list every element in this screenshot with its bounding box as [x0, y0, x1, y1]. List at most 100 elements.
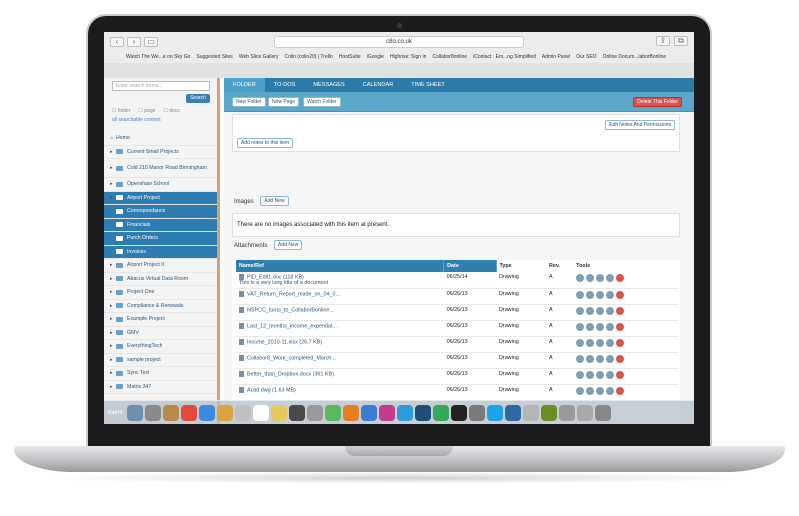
url-bar[interactable]: c8o.co.uk — [274, 36, 524, 48]
dock-app-icon[interactable] — [414, 404, 431, 421]
table-row[interactable]: VAT_Return_Report_made_on_04_0... 06/26/1… — [236, 288, 678, 306]
info-icon[interactable] — [586, 355, 595, 364]
filter-docs[interactable]: ☐ docs — [163, 108, 179, 114]
file-name-cell[interactable]: PID_Edit1.doc (118 KB) This is a very lo… — [236, 272, 444, 290]
dock-app-icon[interactable] — [342, 404, 359, 421]
column-header[interactable]: Tools — [573, 260, 678, 272]
dock-app-icon[interactable] — [162, 404, 179, 421]
sidebar-item[interactable]: Correspondance — [104, 205, 217, 219]
table-row[interactable]: Income_2010-11.xlsx (26.7 KB) 06/26/13 Dra… — [236, 336, 678, 354]
table-row[interactable]: Collabor8_Work_completed_March... 06/26/1… — [236, 352, 678, 370]
bookmark-link[interactable]: iContact : Em...ng Simplified — [473, 52, 536, 62]
file-name-cell[interactable]: Acad.dwg (1.63 MB) — [236, 384, 444, 402]
view-icon[interactable] — [576, 355, 585, 364]
bookmark-link[interactable]: Highrise: Sign in — [390, 52, 426, 62]
edit-icon[interactable] — [596, 387, 605, 396]
sidebar-item[interactable]: ▸ sample project — [104, 354, 217, 367]
sidebar-item[interactable]: Purch Orders — [104, 232, 217, 246]
edit-icon[interactable] — [596, 323, 605, 332]
bookmark-link[interactable]: Web Slice Gallery — [239, 52, 279, 62]
table-row[interactable]: Last_12_months_income_expendat... 06/26/1… — [236, 320, 678, 338]
dock-app-icon[interactable] — [306, 404, 323, 421]
bookmark-link[interactable]: Watch The We...e on Sky Go — [126, 52, 190, 62]
forward-icon[interactable]: › — [127, 37, 141, 47]
column-header[interactable]: Date — [443, 260, 497, 272]
file-name[interactable]: Acad.dwg (1.63 MB) — [247, 388, 296, 394]
sidebar-item[interactable]: Invoices — [104, 245, 217, 259]
table-row[interactable]: Acad.dwg (1.63 MB) 06/26/13 Drawing A — [236, 384, 678, 402]
dock-app-icon[interactable] — [486, 404, 503, 421]
sidebar-item[interactable]: ▸ Airport Project II — [104, 259, 217, 273]
dock-app-icon[interactable] — [576, 404, 593, 421]
sidebar-item[interactable]: ⌂ Home — [104, 132, 217, 146]
edit-icon[interactable] — [596, 371, 605, 380]
dock-app-icon[interactable] — [144, 404, 161, 421]
back-icon[interactable]: ‹ — [110, 37, 124, 47]
view-icon[interactable] — [576, 274, 585, 282]
table-row[interactable]: PID_Edit1.doc (118 KB) This is a very lo… — [236, 272, 678, 290]
dock-app-icon[interactable] — [594, 404, 611, 421]
file-name-cell[interactable]: VAT_Return_Report_made_on_04_0... — [236, 288, 444, 306]
lock-icon[interactable] — [606, 307, 615, 316]
dock-app-icon[interactable] — [324, 404, 341, 421]
file-name[interactable]: Income_2010-11.xlsx (26.7 KB) — [247, 340, 322, 346]
lock-icon[interactable] — [606, 371, 615, 380]
file-name-cell[interactable]: Better_than_Dropbox.docx (361 KB) — [236, 368, 444, 386]
lock-icon[interactable] — [606, 387, 615, 396]
delete-icon[interactable] — [616, 371, 625, 380]
file-name[interactable]: Collabor8_Work_completed_March... — [247, 356, 336, 362]
dock-app-icon[interactable] — [234, 404, 251, 421]
view-icon[interactable] — [576, 323, 585, 332]
bookmark-link[interactable]: Collabor8online — [432, 52, 467, 62]
tab-todos[interactable]: TO-DOS — [265, 78, 305, 92]
column-header[interactable]: Rev. — [546, 260, 574, 272]
edit-permissions-button[interactable]: Edit Notes And Permissions — [605, 120, 675, 130]
dock-app-icon[interactable] — [378, 404, 395, 421]
sidebar-item[interactable]: ▸ Openshaw School — [104, 178, 217, 192]
info-icon[interactable] — [586, 387, 595, 396]
column-header[interactable]: Name/Ref — [236, 260, 445, 272]
tab-calendar[interactable]: CALENDAR — [354, 78, 402, 92]
dock-app-icon[interactable] — [468, 404, 485, 421]
bookmark-link[interactable]: Our SEO — [576, 52, 596, 62]
edit-icon[interactable] — [596, 339, 605, 348]
dock-app-icon[interactable] — [198, 404, 215, 421]
dock-app-icon[interactable] — [216, 404, 233, 421]
dock-app-icon[interactable] — [432, 404, 449, 421]
dock-app-icon[interactable] — [504, 404, 521, 421]
tab-messages[interactable]: MESSAGES — [304, 78, 353, 92]
dock-app-icon[interactable] — [270, 404, 287, 421]
search-button[interactable]: Search — [186, 94, 210, 103]
add-notes-button[interactable]: Add notes to this item — [237, 138, 294, 148]
view-icon[interactable] — [576, 291, 585, 300]
lock-icon[interactable] — [606, 291, 615, 300]
lock-icon[interactable] — [606, 274, 615, 282]
delete-icon[interactable] — [616, 339, 625, 348]
view-icon[interactable] — [576, 371, 585, 380]
bookmark-link[interactable]: Suggested Sites — [196, 52, 232, 62]
bookmark-link[interactable]: Online Docum...laborBonline — [603, 52, 667, 62]
sidebar-item[interactable]: ▸ Sync Test — [104, 367, 217, 381]
bookmark-link[interactable]: Admin Panel — [542, 52, 570, 62]
all-searchable-link[interactable]: all searchable content — [112, 117, 161, 123]
filter-folder[interactable]: ☐ folder — [112, 108, 130, 114]
dock-app-icon[interactable] — [126, 404, 143, 421]
lock-icon[interactable] — [606, 323, 615, 332]
file-name-cell[interactable]: Last_12_months_income_expendat... — [236, 320, 444, 338]
edit-icon[interactable] — [596, 355, 605, 364]
file-name-cell[interactable]: Collabor8_Work_completed_March... — [236, 352, 444, 370]
sidebar-item[interactable]: ▸ Abacus Virtual Data Room — [104, 273, 217, 286]
info-icon[interactable] — [586, 371, 595, 380]
dock-app-icon[interactable] — [396, 404, 413, 421]
lock-icon[interactable] — [606, 355, 615, 364]
bookmark-link[interactable]: Colin (colin20) | Trello — [284, 52, 332, 62]
add-image-button[interactable]: Add New — [260, 196, 289, 207]
sidebar-item[interactable]: ▸ Matrix 347 — [104, 381, 217, 394]
dock-app-icon[interactable] — [522, 404, 539, 421]
info-icon[interactable] — [586, 307, 595, 316]
column-header[interactable]: Type — [496, 260, 547, 272]
lock-icon[interactable] — [606, 339, 615, 348]
dock-app-icon[interactable] — [360, 404, 377, 421]
file-name[interactable]: Better_than_Dropbox.docx (361 KB) — [247, 372, 334, 378]
table-row[interactable]: NSPCC_turns_to_CollaborBonline... 06/26/1… — [236, 304, 678, 322]
